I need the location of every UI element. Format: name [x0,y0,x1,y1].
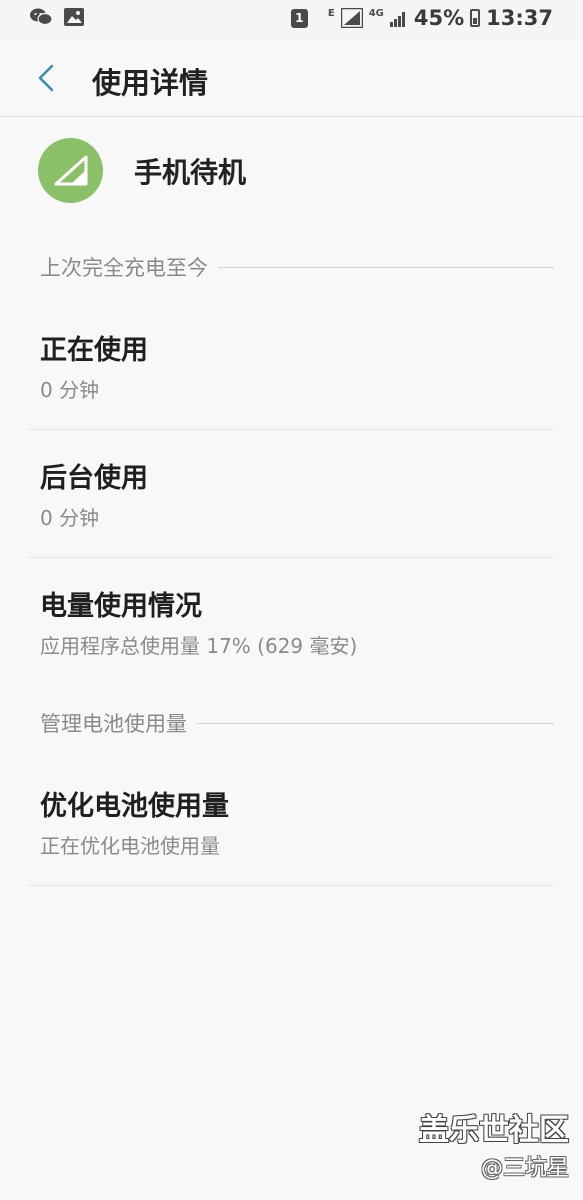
app-name: 手机待机 [134,155,247,189]
item-title: 正在使用 [40,335,148,366]
chevron-left-icon [38,64,54,92]
list-item-background-usage[interactable]: 后台使用 0 分钟 [29,430,554,558]
section-divider [218,266,554,268]
battery-percent: 45% [413,6,465,30]
signal-icon-1 [340,8,363,28]
list-item-optimize-battery[interactable]: 优化电池使用量 正在优化电池使用量 [29,758,554,886]
item-subtitle: 正在优化电池使用量 [40,834,220,858]
status-bar: 1 E 4G 45% 13:37 [0,0,583,40]
section-header-since-charge: 上次完全充电至今 [40,252,554,282]
wechat-icon [30,8,52,26]
item-subtitle: 0 分钟 [40,506,100,530]
status-time: 13:37 [486,6,553,30]
network-e-label: E [327,7,335,19]
sim-badge: 1 [290,8,308,28]
section-label: 管理电池使用量 [40,712,187,736]
image-icon [64,8,84,26]
item-subtitle: 0 分钟 [40,378,100,402]
section-header-manage-battery: 管理电池使用量 [40,708,554,738]
back-button[interactable] [28,58,64,98]
section-label: 上次完全充电至今 [40,256,208,280]
signal-icon-2 [389,9,408,27]
status-bar-left [30,8,84,26]
battery-icon [470,9,481,27]
list-item-foreground-usage[interactable]: 正在使用 0 分钟 [29,302,554,430]
status-bar-right: 1 E 4G 45% 13:37 [290,6,553,30]
page-title: 使用详情 [92,66,209,100]
item-subtitle: 应用程序总使用量 17% (629 毫安) [40,634,358,658]
item-title: 电量使用情况 [40,591,202,622]
item-title: 优化电池使用量 [40,791,229,822]
watermark-title: 盖乐世社区 [419,1113,569,1148]
watermark-sub: @三坑星 [480,1156,569,1181]
signal-icon [38,138,103,203]
app-info-row: 手机待机 [38,138,246,203]
app-bar: 使用详情 [0,40,583,117]
list-item-power-usage[interactable]: 电量使用情况 应用程序总使用量 17% (629 毫安) [29,558,554,685]
network-4g-label: 4G [368,7,384,19]
section-divider [197,722,554,724]
item-title: 后台使用 [40,463,148,494]
